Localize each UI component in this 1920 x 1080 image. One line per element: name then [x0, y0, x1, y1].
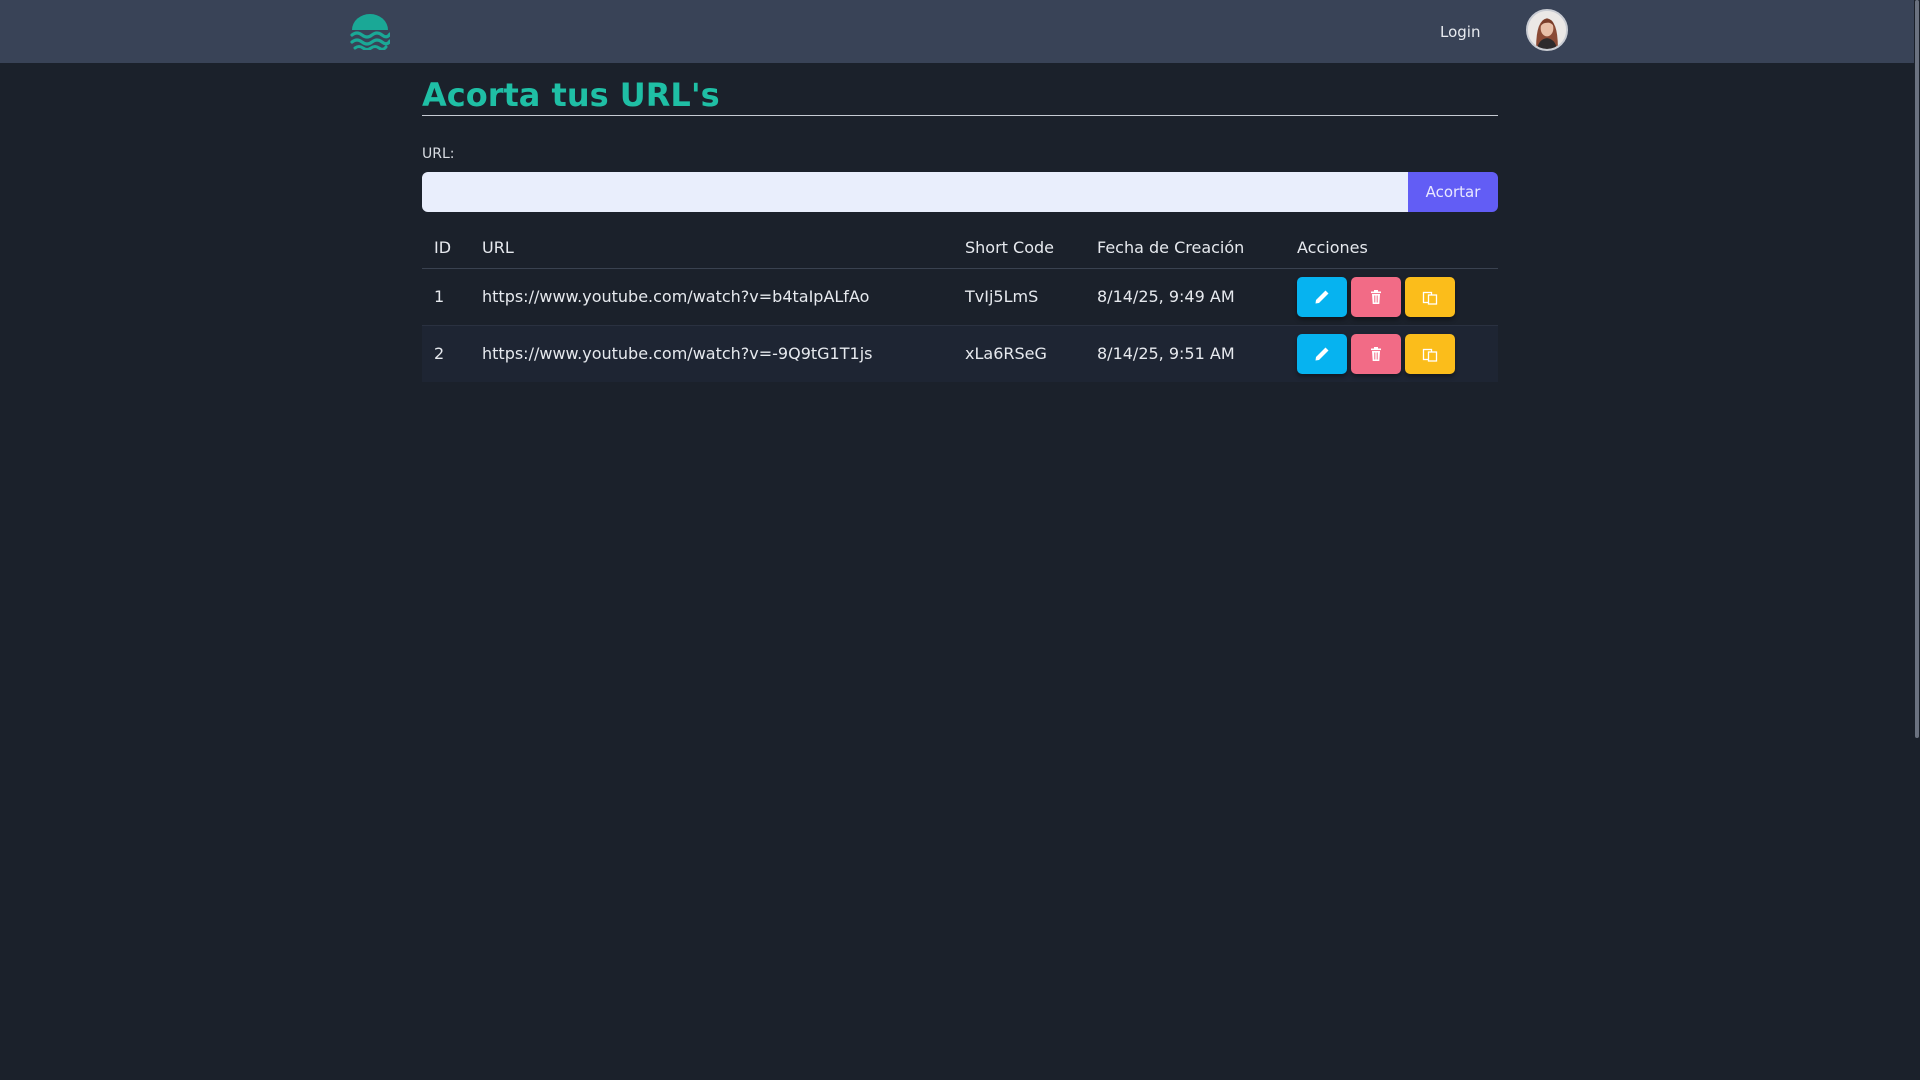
trash-icon — [1371, 289, 1381, 304]
header-short-code: Short Code — [953, 228, 1085, 269]
table-header-row: ID URL Short Code Fecha de Creación Acci… — [422, 228, 1498, 269]
table-row: 1 https://www.youtube.com/watch?v=b4taIp… — [422, 268, 1498, 326]
pencil-icon — [1315, 347, 1329, 361]
row-created: 8/14/25, 9:51 AM — [1085, 325, 1285, 382]
waves-logo-icon[interactable] — [350, 14, 392, 51]
url-input[interactable] — [422, 172, 1408, 212]
shorten-form: Acortar — [422, 172, 1498, 212]
header-id: ID — [422, 228, 470, 269]
row-id: 1 — [422, 268, 470, 326]
header-url: URL — [470, 228, 953, 269]
header-created: Fecha de Creación — [1085, 228, 1285, 269]
row-url: https://www.youtube.com/watch?v=-9Q9tG1T… — [470, 325, 953, 382]
copy-icon — [1422, 291, 1438, 305]
login-link[interactable]: Login — [1440, 23, 1480, 41]
edit-button[interactable] — [1297, 276, 1347, 317]
main-container: Acorta tus URL's URL: Acortar ID URL Sho… — [422, 63, 1498, 382]
trash-icon — [1371, 346, 1381, 361]
delete-button[interactable] — [1351, 276, 1401, 317]
delete-button[interactable] — [1351, 333, 1401, 374]
navbar: Login — [0, 0, 1920, 63]
pencil-icon — [1315, 290, 1329, 303]
row-short-code: TvIj5LmS — [953, 268, 1085, 326]
page-title: Acorta tus URL's — [422, 77, 1498, 116]
header-actions: Acciones — [1285, 228, 1498, 269]
row-created: 8/14/25, 9:49 AM — [1085, 268, 1285, 326]
shorten-button[interactable]: Acortar — [1408, 172, 1498, 212]
row-actions — [1285, 268, 1498, 326]
url-label: URL: — [422, 146, 455, 162]
scrollbar-thumb[interactable] — [1915, 0, 1919, 738]
row-short-code: xLa6RSeG — [953, 325, 1085, 382]
row-url: https://www.youtube.com/watch?v=b4taIpAL… — [470, 268, 953, 326]
copy-button[interactable] — [1405, 276, 1455, 317]
user-avatar[interactable] — [1526, 9, 1568, 51]
row-actions — [1285, 325, 1498, 382]
copy-button[interactable] — [1405, 333, 1455, 374]
edit-button[interactable] — [1297, 333, 1347, 374]
table-row: 2 https://www.youtube.com/watch?v=-9Q9tG… — [422, 325, 1498, 382]
row-id: 2 — [422, 325, 470, 382]
urls-table: ID URL Short Code Fecha de Creación Acci… — [422, 228, 1498, 382]
copy-icon — [1422, 348, 1438, 362]
